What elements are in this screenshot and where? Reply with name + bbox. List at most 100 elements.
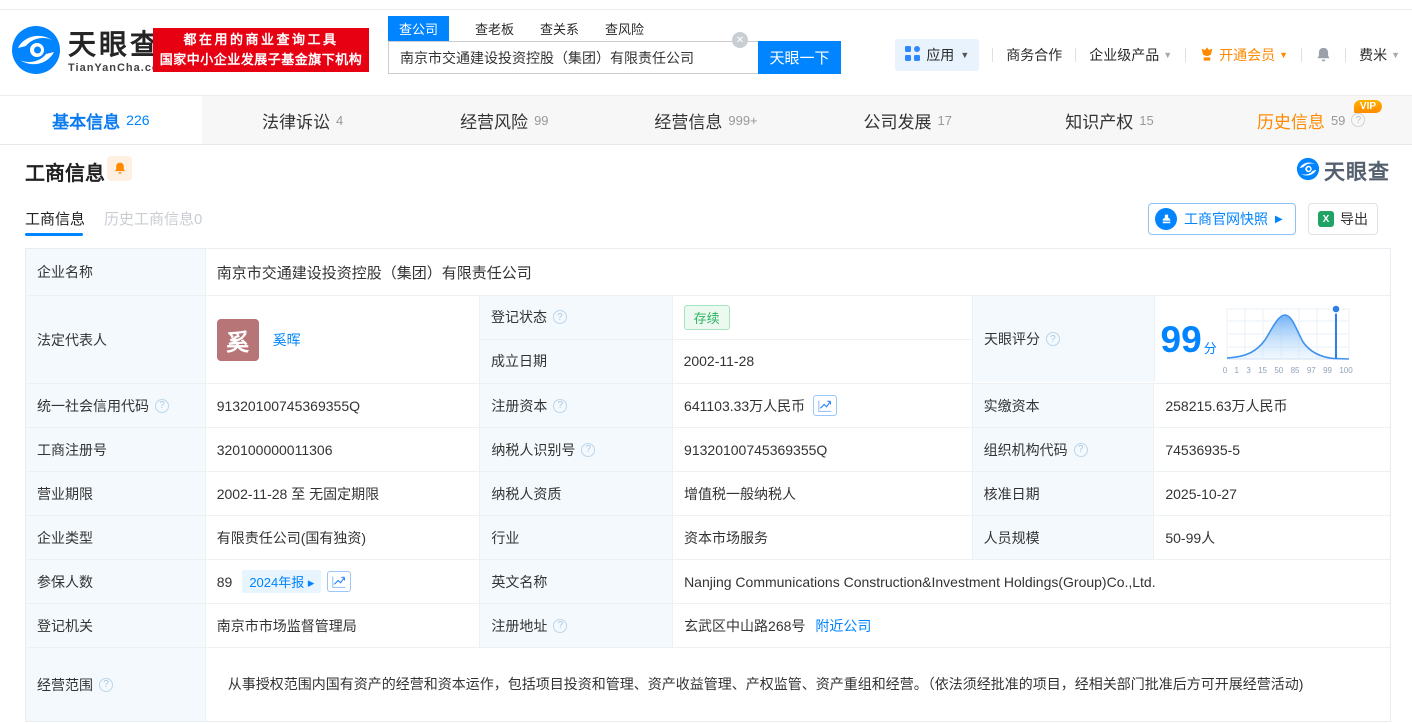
tianyancha-logo[interactable]: 天眼查 TianYanCha.com [10,24,170,81]
nav-apps[interactable]: 应用 ▼ [895,39,980,71]
tab-label: 经营信息 [654,112,723,132]
score-unit: 分 [1203,340,1217,356]
field-label-english-name: 英文名称 [480,560,674,603]
field-label-reg-capital: 注册资本 ? [480,384,674,427]
nav-enterprise-label: 企业级产品 [1089,47,1160,63]
field-value-reg-status: 存续 [673,296,972,339]
watermark-text: 天眼查 [1324,161,1390,184]
search-tab-boss[interactable]: 查老板 [475,19,514,38]
tab-count: 17 [937,112,952,128]
field-value-reg-capital: 641103.33万人民币 [673,384,973,427]
tab-label: 历史信息 [1256,112,1325,132]
help-icon[interactable]: ? [155,398,169,413]
stamp-icon [1155,208,1177,230]
value-text: 89 [216,573,233,590]
slogan-line2: 国家中小企业发展子基金旗下机构 [159,52,363,67]
label-text: 纳税人识别号 [491,441,576,458]
help-icon[interactable]: ? [1045,332,1060,346]
help-icon[interactable]: ? [553,398,568,413]
table-row: 企业类型 有限责任公司(国有独资) 行业 资本市场服务 人员规模 50-99人 [26,515,1390,559]
field-label-reg-address: 注册地址 ? [480,604,674,647]
tab-operating-risk[interactable]: 经营风险 99 [403,96,605,144]
field-value-company-name: 南京市交通建设投资控股（集团）有限责任公司 [216,264,532,282]
label-text: 组织机构代码 [983,441,1068,458]
field-label-insured-count: 参保人数 [26,560,206,603]
slogan-line1: 都在用的商业查询工具 [183,31,339,47]
field-value-org-code: 74536935-5 [1165,441,1241,458]
arrow-right-icon: ▶ [1275,213,1283,225]
help-icon[interactable]: ? [581,442,596,457]
active-subtab-underline [25,233,83,236]
monitor-bell-icon[interactable] [107,156,132,181]
field-value-credit-code: 91320100745369355Q [206,384,481,427]
label-text: 天眼评分 [983,331,1040,347]
top-strip [0,0,1412,10]
help-icon[interactable]: ? [553,618,568,633]
snapshot-button-label: 工商官网快照 [1184,211,1268,227]
clear-search-icon[interactable]: ✕ [732,32,748,48]
trend-chart-icon[interactable] [813,395,838,416]
chevron-down-icon: ▼ [1163,50,1173,60]
search-tabs: 查公司 查老板 查关系 查风险 [388,16,841,41]
field-value-industry: 资本市场服务 [673,516,973,559]
field-label-approval-date: 核准日期 [972,472,1155,515]
tab-basic-info[interactable]: 基本信息 226 [0,96,202,144]
table-row: 工商注册号 320100000011306 纳税人识别号 ? 913201007… [26,427,1390,471]
field-value-score: 99 分 0 1 3 15 50 85 97 99 100 [1155,296,1390,382]
nav-user-account[interactable]: 费米 ▼ [1359,45,1400,65]
legal-rep-avatar[interactable]: 奚 [216,318,259,361]
subtab-business-info[interactable]: 工商信息 [25,208,85,229]
field-label-staff-size: 人员规模 [972,516,1155,559]
tab-intellectual-property[interactable]: 知识产权 15 [1009,96,1211,144]
field-label-reg-authority: 登记机关 [26,604,206,647]
help-icon[interactable]: ? [1351,113,1366,127]
export-button[interactable]: X 导出 [1308,203,1378,235]
tab-count: 59 [1330,112,1346,128]
field-label-org-code: 组织机构代码 ? [972,428,1155,471]
nearby-companies-link[interactable]: 附近公司 [815,616,871,636]
field-value-reg-number: 320100000011306 [206,428,481,471]
nav-enterprise-products[interactable]: 企业级产品 ▼ [1089,45,1172,65]
search-button[interactable]: 天眼一下 [758,41,841,74]
search-input[interactable] [388,41,758,74]
tab-count: 4 [335,112,344,128]
tab-company-development[interactable]: 公司发展 17 [807,96,1009,144]
field-label-business-scope: 经营范围 ? [26,648,206,721]
subtab-history-business-info[interactable]: 历史工商信息0 [104,208,202,229]
tab-operating-info[interactable]: 经营信息 999+ [605,96,807,144]
legal-rep-name-link[interactable]: 奚晖 [273,330,301,350]
field-value-english-name: Nanjing Communications Construction&Inve… [684,573,1156,590]
score-axis-ticks: 0 1 3 15 50 85 97 99 100 [1222,366,1353,375]
field-value-paid-capital: 258215.63万人民币 [1165,397,1288,414]
table-row: 营业期限 2002-11-28 至 无固定期限 纳税人资质 增值税一般纳税人 核… [26,471,1390,515]
search-tab-risk[interactable]: 查风险 [605,19,644,38]
label-text: 登记状态 [490,309,547,326]
field-label-legal-rep: 法定代表人 [26,296,206,383]
address-text: 玄武区中山路268号 [684,617,806,634]
tab-legal-proceedings[interactable]: 法律诉讼 4 [202,96,404,144]
field-label-reg-status: 登记状态 ? [479,296,673,339]
help-icon[interactable]: ? [1073,442,1088,457]
divider [992,48,994,62]
help-icon[interactable]: ? [552,310,567,325]
table-row: 统一社会信用代码 ? 91320100745369355Q 注册资本 ? 641… [26,383,1390,427]
section-watermark-logo: 天眼查 [1296,156,1390,186]
tab-history-info[interactable]: VIP 历史信息 59 ? [1210,96,1412,144]
nav-open-membership[interactable]: 开通会员 ▼ [1199,45,1288,65]
field-value-business-scope: 从事授权范围内国有资产的经营和资本运作，包括项目投资和管理、资产收益管理、产权监… [206,648,1390,721]
search-tab-company[interactable]: 查公司 [388,16,450,41]
section-title: 工商信息 [25,163,105,185]
trend-chart-icon[interactable] [327,571,352,592]
tab-label: 基本信息 [52,112,121,132]
search-tab-relation[interactable]: 查关系 [540,19,579,38]
notification-bell-icon[interactable] [1315,46,1332,64]
tianyancha-eye-icon [1296,157,1320,186]
field-label-taxpayer-id: 纳税人识别号 ? [480,428,674,471]
annual-report-badge[interactable]: 2024年报 ▸ [242,570,322,593]
official-snapshot-button[interactable]: 工商官网快照 ▶ [1148,203,1296,235]
chevron-down-icon: ▼ [1279,50,1289,60]
nav-cooperation[interactable]: 商务合作 [1006,45,1062,65]
field-value-reg-authority: 南京市市场监督管理局 [206,604,481,647]
field-value-reg-address: 玄武区中山路268号 附近公司 [673,604,1390,647]
help-icon[interactable]: ? [99,677,113,692]
